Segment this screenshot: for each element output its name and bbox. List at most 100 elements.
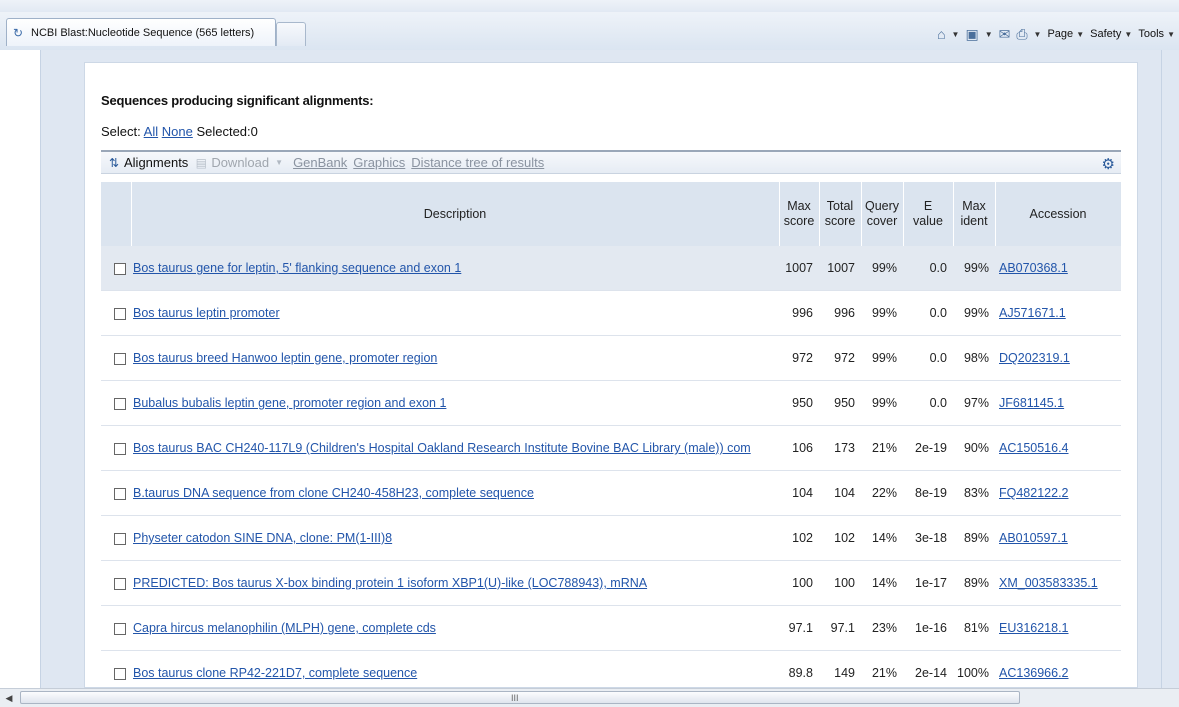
total-score-cell: 173 <box>819 425 861 471</box>
accession-link[interactable]: JF681145.1 <box>999 396 1064 410</box>
home-dropdown-icon[interactable]: ▼ <box>952 30 960 39</box>
print-icon[interactable]: ⎙ <box>1016 26 1027 43</box>
row-checkbox[interactable] <box>114 307 126 320</box>
row-checkbox-cell <box>101 290 131 336</box>
alignments-icon: ⇅ <box>108 155 120 170</box>
e-value-cell: 0.0 <box>903 290 953 336</box>
accession-link[interactable]: AC136966.2 <box>999 666 1069 680</box>
total-score-cell: 102 <box>819 515 861 561</box>
row-checkbox[interactable] <box>114 622 126 635</box>
header-max-score[interactable]: Max score <box>779 182 820 246</box>
accession-link[interactable]: AB070368.1 <box>999 261 1068 275</box>
description-link[interactable]: Bubalus bubalis leptin gene, promoter re… <box>133 396 446 410</box>
max-ident-cell: 99% <box>953 290 995 336</box>
header-total-score[interactable]: Total score <box>819 182 862 246</box>
row-checkbox[interactable] <box>114 397 126 410</box>
row-checkbox[interactable] <box>114 442 126 455</box>
graphics-link[interactable]: Graphics <box>353 155 405 170</box>
description-cell: Bubalus bubalis leptin gene, promoter re… <box>131 380 779 426</box>
total-score-cell: 972 <box>819 335 861 381</box>
tools-menu[interactable]: Tools ▼ <box>1138 28 1175 40</box>
row-checkbox[interactable] <box>114 577 126 590</box>
settings-gear-icon[interactable]: ⚙ <box>1102 155 1115 173</box>
max-score-cell: 950 <box>779 380 819 426</box>
max-score-cell: 972 <box>779 335 819 381</box>
description-link[interactable]: Bos taurus breed Hanwoo leptin gene, pro… <box>133 351 437 365</box>
header-description[interactable]: Description <box>131 182 780 246</box>
table-row: Bos taurus leptin promoter 996 996 99% 0.0 99… <box>101 290 1121 336</box>
e-value-cell: 3e-18 <box>903 515 953 561</box>
description-link[interactable]: Capra hircus melanophilin (MLPH) gene, c… <box>133 621 436 635</box>
page-menu[interactable]: Page ▼ <box>1047 28 1084 40</box>
horizontal-scrollbar[interactable]: ◀ III <box>0 688 1179 707</box>
header-max-ident[interactable]: Max ident <box>953 182 996 246</box>
description-link[interactable]: Physeter catodon SINE DNA, clone: PM(1-I… <box>133 531 392 545</box>
new-tab-button[interactable] <box>276 22 306 46</box>
header-query-cover[interactable]: Query cover <box>861 182 904 246</box>
accession-link[interactable]: EU316218.1 <box>999 621 1069 635</box>
alignments-button[interactable]: ⇅ Alignments <box>107 155 188 170</box>
row-checkbox-cell <box>101 560 131 606</box>
query-cover-cell: 23% <box>861 605 903 651</box>
description-cell: PREDICTED: Bos taurus X-box binding prot… <box>131 560 779 606</box>
accession-link[interactable]: XM_003583335.1 <box>999 576 1098 590</box>
row-checkbox[interactable] <box>114 352 126 365</box>
accession-link[interactable]: FQ482122.2 <box>999 486 1069 500</box>
alignments-label: Alignments <box>124 155 189 170</box>
accession-cell: DQ202319.1 <box>995 335 1121 381</box>
table-row: Bos taurus gene for leptin, 5' flanking … <box>101 246 1121 291</box>
header-accession[interactable]: Accession <box>995 182 1122 246</box>
left-gutter <box>0 50 41 688</box>
accession-cell: FQ482122.2 <box>995 470 1121 516</box>
accession-link[interactable]: AC150516.4 <box>999 441 1069 455</box>
row-checkbox[interactable] <box>114 487 126 500</box>
e-value-cell: 8e-19 <box>903 470 953 516</box>
browser-chrome: ↻ NCBI Blast:Nucleotide Sequence (565 le… <box>0 0 1179 51</box>
download-button[interactable]: ▤ Download ▼ <box>194 155 283 170</box>
row-checkbox-cell <box>101 380 131 426</box>
query-cover-cell: 99% <box>861 380 903 426</box>
max-score-cell: 104 <box>779 470 819 516</box>
accession-link[interactable]: AJ571671.1 <box>999 306 1066 320</box>
accession-cell: AB010597.1 <box>995 515 1121 561</box>
home-icon[interactable]: ⌂ <box>937 26 945 42</box>
header-e-value[interactable]: Evalue <box>903 182 954 246</box>
total-score-cell: 996 <box>819 290 861 336</box>
selected-count: Selected:0 <box>196 124 258 139</box>
select-all-link[interactable]: All <box>144 124 158 139</box>
max-score-cell: 996 <box>779 290 819 336</box>
table-header-row: Description Max score Total score Query cov… <box>101 182 1122 246</box>
row-checkbox-cell <box>101 246 131 291</box>
row-checkbox[interactable] <box>114 262 126 275</box>
description-link[interactable]: Bos taurus BAC CH240-117L9 (Children's H… <box>133 441 751 455</box>
query-cover-cell: 14% <box>861 515 903 561</box>
accession-cell: EU316218.1 <box>995 605 1121 651</box>
browser-tab[interactable]: ↻ NCBI Blast:Nucleotide Sequence (565 le… <box>6 18 276 46</box>
accession-link[interactable]: AB010597.1 <box>999 531 1068 545</box>
description-link[interactable]: PREDICTED: Bos taurus X-box binding prot… <box>133 576 647 590</box>
description-link[interactable]: B.taurus DNA sequence from clone CH240-4… <box>133 486 534 500</box>
description-link[interactable]: Bos taurus leptin promoter <box>133 306 280 320</box>
mail-icon[interactable]: ✉ <box>999 26 1011 43</box>
download-dropdown-icon: ▼ <box>275 158 284 167</box>
accession-link[interactable]: DQ202319.1 <box>999 351 1070 365</box>
distance-tree-link[interactable]: Distance tree of results <box>411 155 544 170</box>
print-dropdown-icon[interactable]: ▼ <box>1034 30 1042 39</box>
scroll-thumb[interactable]: III <box>20 691 1020 704</box>
e-value-cell: 0.0 <box>903 335 953 381</box>
description-cell: Bos taurus leptin promoter <box>131 290 779 336</box>
scroll-left-arrow-icon[interactable]: ◀ <box>2 691 16 705</box>
row-checkbox[interactable] <box>114 667 126 680</box>
safety-menu[interactable]: Safety ▼ <box>1090 28 1132 40</box>
select-none-link[interactable]: None <box>162 124 193 139</box>
query-cover-cell: 99% <box>861 335 903 381</box>
feeds-dropdown-icon[interactable]: ▼ <box>985 30 993 39</box>
description-link[interactable]: Bos taurus clone RP42-221D7, complete se… <box>133 666 417 680</box>
total-score-cell: 1007 <box>819 246 861 291</box>
description-cell: B.taurus DNA sequence from clone CH240-4… <box>131 470 779 516</box>
genbank-link[interactable]: GenBank <box>293 155 347 170</box>
description-link[interactable]: Bos taurus gene for leptin, 5' flanking … <box>133 261 461 275</box>
row-checkbox-cell <box>101 515 131 561</box>
feeds-icon[interactable]: ▣ <box>965 26 978 43</box>
row-checkbox[interactable] <box>114 532 126 545</box>
